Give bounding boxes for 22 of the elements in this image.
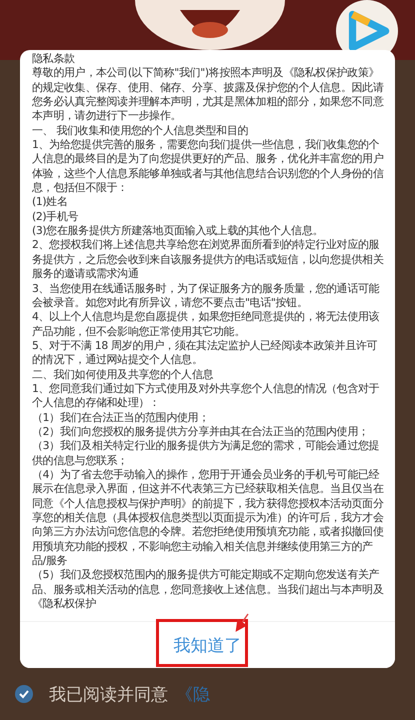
policy-link[interactable]: 《隐 — [176, 682, 210, 706]
policy-paragraph: 1、您同意我们通过如下方式使用及对外共享您个人信息的情况（包含对于个人信息的存储和处理）： — [32, 382, 380, 411]
policy-paragraph: （1）我们在合法正当的范围内使用； — [32, 410, 210, 425]
policy-paragraph: 二、我们如何使用及共享您的个人信息 — [32, 368, 214, 382]
policy-paragraph: 1、为给您提供完善的服务，需要您向我们提供一些信息，我们收集您的个人信息的最终目的是为了向您提供更好的产品、服务，优化并丰富您的用户体验，这些个人信息系能够单独或者与其他信息结合识别您的个人身份的信息，包括但不限于： — [32, 138, 385, 196]
policy-paragraph: 一、 我们收集和使用您的个人信息类型和目的 — [32, 124, 250, 138]
policy-paragraph: 3、当您使用在线通话服务时，为了保证服务方的服务质量，您的通话可能会被录音。如您对此有所异议，请您不要点击"电话"按钮。 — [32, 282, 380, 310]
policy-paragraph: （4）为了省去您手动输入的操作，您用于开通会员业务的手机号可能已经展示在信息录入界面，但这并不代表第三方已经获取相关信息。当且仅当在同意《个人信息授权与保护声明》的前提下，我方获得您授权本活动页面分享您的相关信息（具体授权信息类型以页面提示为准）的许可后，我方才会向第三方办法访问您信息的令牌。若您拒绝使用预填充功能，或者拟撤回使用预填充功能的授权，不影响您主动输入相关信息并继续使用第三方的产品/服务 — [32, 468, 384, 568]
checkbox[interactable] — [15, 685, 33, 704]
policy-paragraph: （3）我们及相关特定行业的服务提供方为满足您的需求，可能会通过您提供的信息与您联系； — [32, 439, 380, 468]
policy-paragraph: 尊敬的用户，本公司(以下简称"我们")将按照本声明及《隐私权保护政策》的规定收集、保存、使用、储存、分享、披露及保护您的个人信息。因此请您务必认真完整阅读并理解本声明，尤其是黑体加粗的部分，如果您不同意本声明，请勿进行下一步操作。 — [32, 66, 384, 124]
policy-paragraph: (2)手机号 — [32, 210, 80, 224]
policy-paragraph: （2）我们向您授权的服务提供方分享并由其在合法正当的范围内使用； — [32, 424, 370, 440]
agreement-text: 我已阅读并同意 — [49, 684, 168, 706]
policy-paragraph: (1)姓名 — [32, 195, 69, 210]
policy-paragraph: 4、以上个人信息均是您自愿提供，如果您拒绝同意提供的，将无法使用该产品功能，但不会影响您正常使用其它功能。 — [32, 310, 380, 339]
policy-paragraph: （5）我们及您授权范围内的服务提供方可能定期或不定期向您发送有关产品、服务或相关活动的信息，您同意接收上述信息。当我们超出与本声明及《隐私权保护 — [32, 568, 384, 612]
confirm-button[interactable]: 我知道了 — [168, 630, 248, 661]
policy-paragraph: 2、您授权我们将上述信息共享给您在浏览界面所看到的特定行业对应的服务提供方，之后您会收到来自该服务提供方的电话或短信，以向您提供相关服务的邀请或需求沟通 — [32, 238, 384, 282]
policy-paragraph: 5、对于不满 18 周岁的用户，须在其法定监护人已经阅读本政策并且许可的情况下，通过网站提交个人信息。 — [32, 338, 378, 368]
dialog-title: 隐私条款 — [32, 52, 76, 66]
policy-paragraph: (3)您在服务提供方所建落地页面输入或上载的其他个人信息。 — [32, 224, 324, 238]
